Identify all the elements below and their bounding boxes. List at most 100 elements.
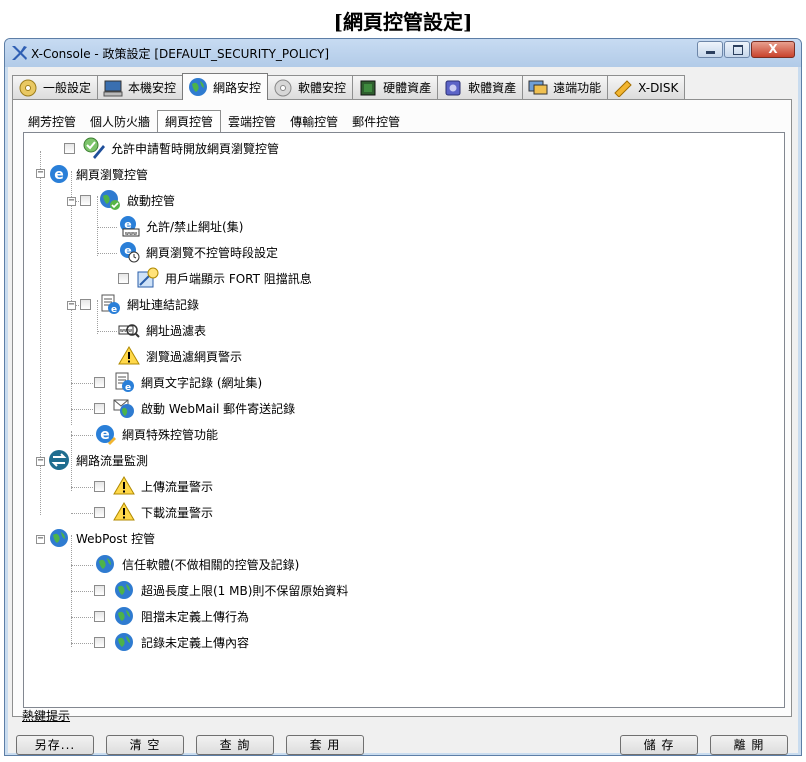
checkbox[interactable] [94,402,105,414]
traffic-arrows-icon [49,450,69,470]
tree-item-download-warning[interactable]: 下載流量警示 [94,501,213,523]
tree-item-page-text-log[interactable]: e 網頁文字記錄 (網址集) [94,371,262,393]
tab-network-security[interactable]: 網路安控 [182,73,269,100]
svg-text:e: e [111,305,117,315]
tree-connector [71,171,72,425]
globe-icon [96,555,114,573]
approve-pen-icon [83,137,105,159]
window-title: X-Console - 政策設定 [DEFAULT_SECURITY_POLIC… [31,47,330,61]
expander-url-log[interactable]: − [67,300,76,310]
tree-item-label: 允許申請暫時開放網頁瀏覽控管 [111,141,280,156]
title-bar[interactable]: X-Console - 政策設定 [DEFAULT_SECURITY_POLIC… [5,39,801,67]
tree-item-client-fort-block-msg[interactable]: 用戶端顯示 FORT 阻擋訊息 [118,267,312,289]
subtab-web-control[interactable]: 網頁控管 [157,110,222,132]
hotkey-hint-link[interactable]: 熱鍵提示 [22,707,70,724]
tree-item-label: 網頁瀏覽控管 [76,167,149,182]
minimize-button[interactable] [697,41,723,58]
checkbox[interactable] [94,376,105,388]
expander-webpost[interactable]: − [36,534,45,544]
url-set-icon: ewww [120,216,140,237]
tab-hardware-assets[interactable]: 硬體資產 [352,75,439,99]
globe-icon [115,607,133,625]
tree-item-web-browse[interactable]: e 網頁瀏覽控管 [48,163,148,185]
checkbox[interactable] [94,506,105,518]
tab-label: 軟體資產 [468,81,517,95]
tree-connector [71,383,93,384]
expander-traffic[interactable]: − [36,456,45,466]
svg-text:www: www [120,328,132,334]
checkbox[interactable] [94,636,105,648]
text-log-icon: e [115,372,134,393]
tree-item-label: 記錄未定義上傳內容 [141,635,250,650]
tree-connector [97,253,117,254]
tree-item-trusted-software[interactable]: 信任軟體(不做相關的控管及記錄) [94,553,299,575]
subtab-cloud-control[interactable]: 雲端控管 [221,112,283,132]
x-console-logo-icon [12,46,27,60]
globe-icon [50,529,68,547]
tree-item-no-control-period[interactable]: e 網頁瀏覽不控管時段設定 [118,241,278,263]
save-as-button[interactable]: 另存... [16,735,94,755]
tab-label: 本機安控 [128,81,177,95]
tree-item-url-filter-list[interactable]: www 網址過濾表 [118,319,206,341]
subtab-personal-firewall[interactable]: 個人防火牆 [83,112,157,132]
tree-connector [71,487,93,488]
remote-desktop-icon [527,78,549,98]
checkbox[interactable] [64,142,75,154]
clear-button[interactable]: 清 空 [106,735,184,755]
tab-software-assets[interactable]: 軟體資產 [437,75,524,99]
policy-tree-view[interactable]: − − − − − 允許申請暫時開放網頁瀏覽控管 e 網頁瀏覽控管 啟動控管 e… [23,132,785,708]
tree-item-traffic-monitor[interactable]: 網路流量監測 [48,449,148,471]
tree-item-webpost[interactable]: WebPost 控管 [48,527,155,549]
close-button[interactable]: X [751,41,795,58]
tree-item-label: 信任軟體(不做相關的控管及記錄) [122,557,300,572]
tree-item-over-limit[interactable]: 超過長度上限(1 MB)則不保留原始資料 [94,579,348,601]
sub-tab-strip: 網芳控管 個人防火牆 網頁控管 雲端控管 傳輸控管 郵件控管 [21,110,407,132]
tree-item-log-undefined[interactable]: 記錄未定義上傳內容 [94,631,249,653]
save-button[interactable]: 儲 存 [620,735,698,755]
subtab-mail-control[interactable]: 郵件控管 [345,112,407,132]
tree-item-label: 網頁文字記錄 (網址集) [141,375,263,390]
checkbox[interactable] [94,584,105,596]
expander-enable-control[interactable]: − [67,196,76,206]
tab-label: 網路安控 [213,80,262,95]
maximize-button[interactable] [724,41,750,58]
tree-item-label: 允許/禁止網址(集) [146,219,244,234]
query-button[interactable]: 查 詢 [196,735,274,755]
software-icon [442,78,464,98]
leave-button[interactable]: 離 開 [710,735,788,755]
tree-item-webmail-log[interactable]: 啟動 WebMail 郵件寄送記錄 [94,397,295,419]
tree-connector [71,409,93,410]
webmail-icon [113,399,134,418]
close-icon: X [768,42,778,56]
checkbox[interactable] [118,272,129,284]
maximize-icon [733,45,743,55]
checkbox[interactable] [94,610,105,622]
tab-x-disk[interactable]: X-DISK [607,75,686,99]
tree-item-allow-temp-open[interactable]: 允許申請暫時開放網頁瀏覽控管 [64,137,279,159]
subtab-transfer-control[interactable]: 傳輸控管 [283,112,345,132]
tree-item-label: WebPost 控管 [76,531,156,546]
tab-software-security[interactable]: 軟體安控 [267,75,354,99]
checkbox[interactable] [80,298,91,310]
tree-item-url-connection-log[interactable]: e 網址連結記錄 [80,293,199,315]
schedule-icon: e [120,242,140,263]
tab-local-security[interactable]: 本機安控 [97,75,184,99]
page-caption: [網頁控管設定] [333,10,473,34]
tab-general[interactable]: 一般設定 [12,75,99,99]
tree-item-special-control[interactable]: e 網頁特殊控管功能 [94,423,218,445]
checkbox[interactable] [80,194,91,206]
expander-web-browse[interactable]: − [36,168,45,178]
network-security-panel: 網芳控管 個人防火牆 網頁控管 雲端控管 傳輸控管 郵件控管 − − − − −… [12,99,792,717]
apply-button[interactable]: 套 用 [286,735,364,755]
tree-item-allow-block-urls[interactable]: e www 允許/禁止網址(集) [118,215,243,237]
tree-item-label: 網址過濾表 [146,323,207,338]
tab-remote-functions[interactable]: 遠端功能 [522,75,609,99]
tree-item-upload-warning[interactable]: 上傳流量警示 [94,475,213,497]
tree-item-block-undefined[interactable]: 阻擋未定義上傳行為 [94,605,249,627]
checkbox[interactable] [94,480,105,492]
tree-item-enable-control[interactable]: 啟動控管 [80,189,175,211]
globe-check-icon [100,190,120,210]
warning-icon [113,502,135,521]
tree-item-filter-page-warning[interactable]: 瀏覽過濾網頁警示 [118,345,242,367]
subtab-network-neighborhood[interactable]: 網芳控管 [21,112,83,132]
